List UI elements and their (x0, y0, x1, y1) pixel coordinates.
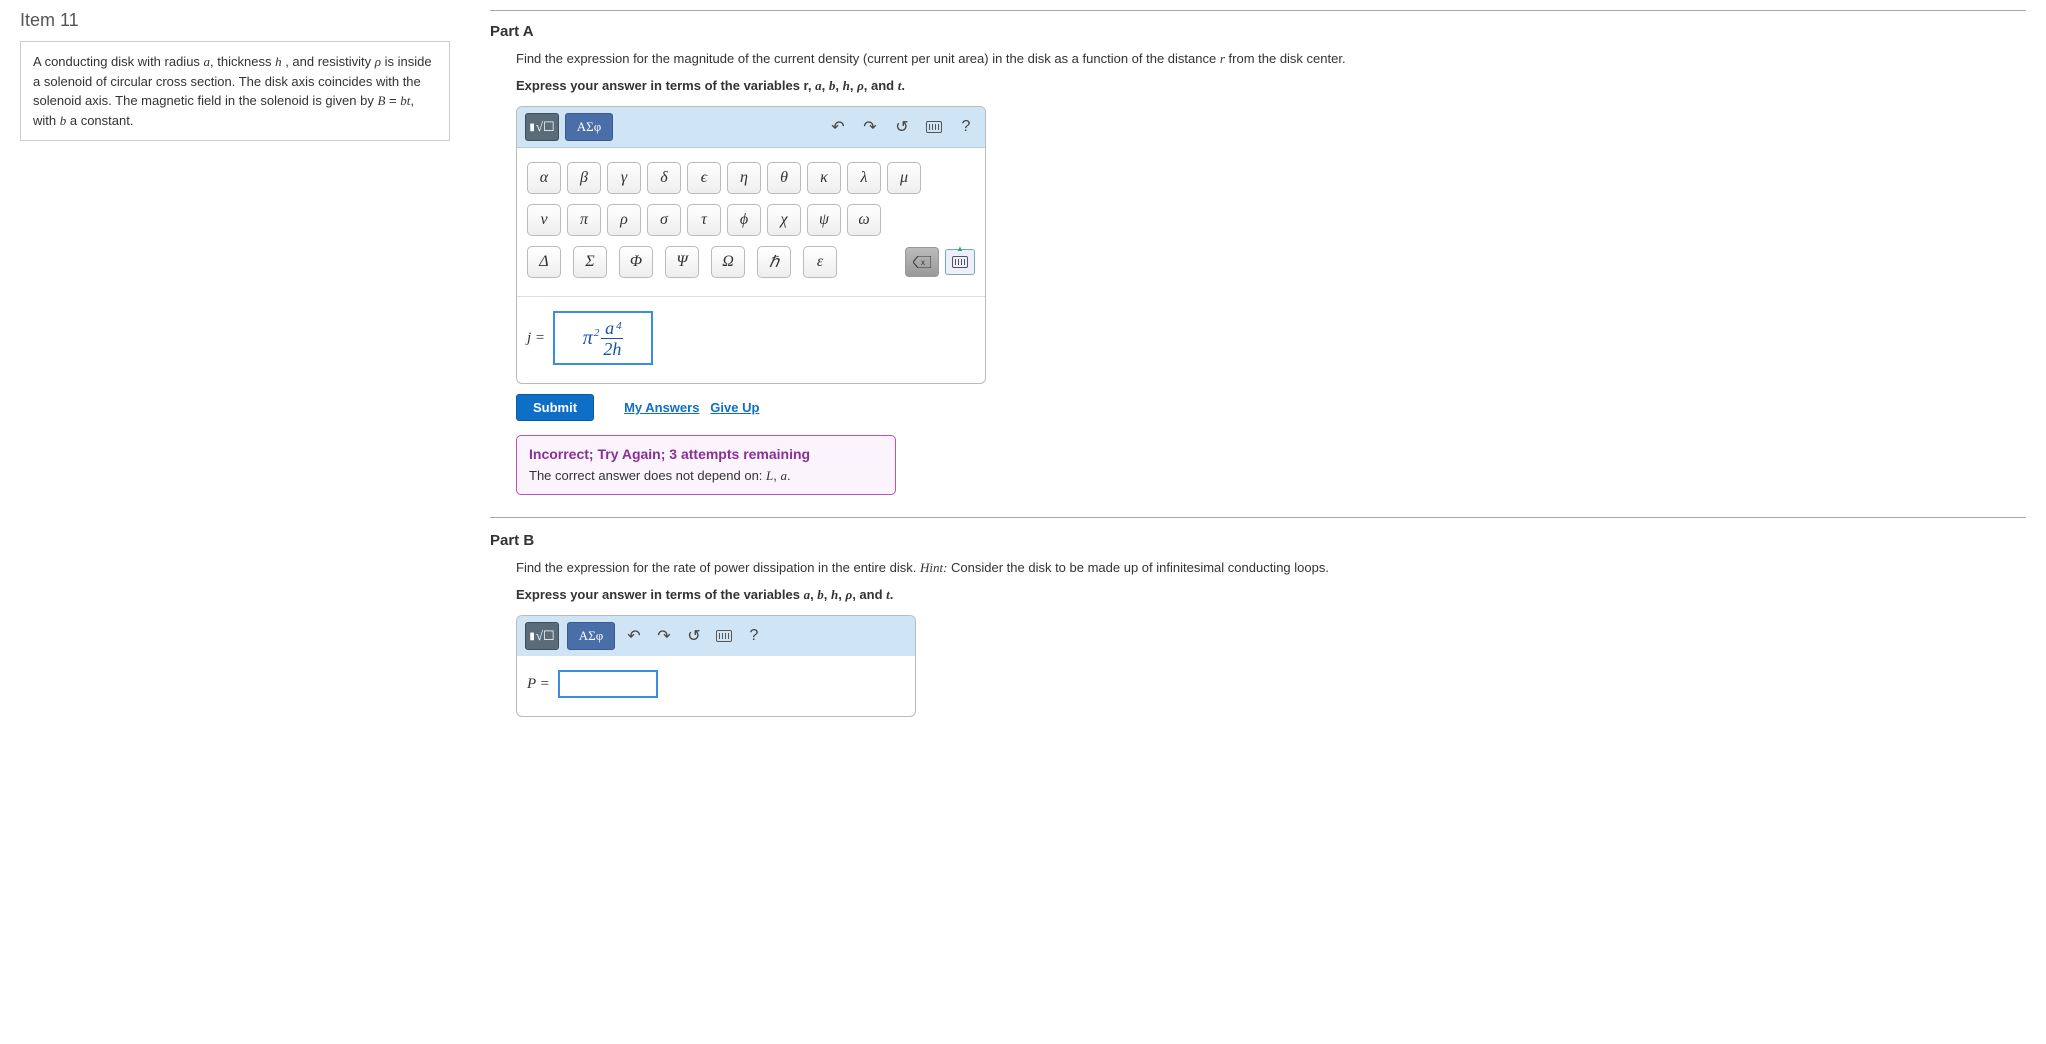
item-title: Item 11 (20, 10, 450, 31)
greek-char-button[interactable]: τ (687, 204, 721, 236)
answer-panel-b: ▮√☐ ΑΣφ ↶ ↷ ↺ ? P = (516, 615, 916, 717)
reset-icon[interactable]: ↺ (891, 116, 913, 138)
answer-input-b[interactable] (558, 670, 658, 698)
greek-char-button[interactable]: ρ (607, 204, 641, 236)
template-button[interactable]: ▮√☐ (525, 113, 559, 141)
help-icon[interactable]: ? (743, 625, 765, 647)
greek-char-button[interactable]: Ω (711, 246, 745, 278)
answer-input-a[interactable]: π2 a 4 2h (553, 311, 653, 365)
greek-char-button[interactable]: μ (887, 162, 921, 194)
divider (490, 517, 2026, 518)
svg-text:x: x (921, 258, 925, 267)
part-a-express: Express your answer in terms of the vari… (516, 78, 2026, 94)
greek-char-button[interactable]: χ (767, 204, 801, 236)
answer-label-b: P = (527, 676, 550, 693)
greek-char-button[interactable]: Ψ (665, 246, 699, 278)
action-row-a: Submit My Answers Give Up (516, 394, 2026, 421)
template-button[interactable]: ▮√☐ (525, 622, 559, 650)
feedback-message: The correct answer does not depend on: L… (529, 468, 883, 484)
equation-toolbar-b: ▮√☐ ΑΣφ ↶ ↷ ↺ ? (517, 616, 915, 656)
greek-char-button[interactable]: ν (527, 204, 561, 236)
keyboard-toggle-button[interactable]: ▲ (945, 249, 975, 275)
greek-tab-button[interactable]: ΑΣφ (567, 622, 615, 650)
give-up-link[interactable]: Give Up (710, 400, 759, 415)
answer-row-a: j = π2 a 4 2h (517, 297, 985, 383)
submit-button[interactable]: Submit (516, 394, 594, 421)
greek-char-button[interactable]: β (567, 162, 601, 194)
part-b-heading: Part B (490, 532, 2026, 549)
feedback-title: Incorrect; Try Again; 3 attempts remaini… (529, 446, 883, 462)
greek-char-button[interactable]: η (727, 162, 761, 194)
greek-char-button[interactable]: ϵ (687, 162, 721, 194)
greek-char-button[interactable]: θ (767, 162, 801, 194)
reset-icon[interactable]: ↺ (683, 625, 705, 647)
part-a-prompt: Find the expression for the magnitude of… (516, 50, 2026, 68)
redo-icon[interactable]: ↷ (859, 116, 881, 138)
greek-char-button[interactable]: δ (647, 162, 681, 194)
answer-row-b: P = (517, 656, 915, 716)
greek-char-button[interactable]: κ (807, 162, 841, 194)
help-icon[interactable]: ? (955, 116, 977, 138)
greek-char-button[interactable]: α (527, 162, 561, 194)
part-b-prompt: Find the expression for the rate of powe… (516, 559, 2026, 577)
keyboard-icon[interactable] (713, 625, 735, 647)
greek-char-button[interactable]: ψ (807, 204, 841, 236)
undo-icon[interactable]: ↶ (827, 116, 849, 138)
undo-icon[interactable]: ↶ (623, 625, 645, 647)
greek-char-button[interactable]: ℏ (757, 246, 791, 278)
greek-char-button[interactable]: π (567, 204, 601, 236)
part-a-heading: Part A (490, 23, 2026, 40)
greek-char-button[interactable]: γ (607, 162, 641, 194)
greek-char-button[interactable]: ω (847, 204, 881, 236)
greek-row-2: νπρστϕχψω (527, 204, 975, 236)
keyboard-icon[interactable] (923, 116, 945, 138)
greek-palette: αβγδϵηθκλμ νπρστϕχψω ΔΣΦΨΩℏε x ▲ (517, 148, 985, 297)
greek-row-1: αβγδϵηθκλμ (527, 162, 975, 194)
answer-label-a: j = (527, 330, 545, 347)
greek-char-button[interactable]: ϕ (727, 204, 761, 236)
greek-tab-button[interactable]: ΑΣφ (565, 113, 613, 141)
backspace-button[interactable]: x (905, 247, 939, 277)
problem-statement: A conducting disk with radius a, thickne… (20, 41, 450, 141)
greek-char-button[interactable]: Σ (573, 246, 607, 278)
divider (490, 10, 2026, 11)
greek-char-button[interactable]: λ (847, 162, 881, 194)
feedback-box: Incorrect; Try Again; 3 attempts remaini… (516, 435, 896, 495)
greek-char-button[interactable]: Δ (527, 246, 561, 278)
redo-icon[interactable]: ↷ (653, 625, 675, 647)
greek-row-3: ΔΣΦΨΩℏε x ▲ (527, 246, 975, 278)
greek-char-button[interactable]: ε (803, 246, 837, 278)
greek-char-button[interactable]: σ (647, 204, 681, 236)
part-b-express: Express your answer in terms of the vari… (516, 587, 2026, 603)
greek-char-button[interactable]: Φ (619, 246, 653, 278)
my-answers-link[interactable]: My Answers (624, 400, 699, 415)
equation-toolbar: ▮√☐ ΑΣφ ↶ ↷ ↺ ? (517, 107, 985, 148)
answer-panel-a: ▮√☐ ΑΣφ ↶ ↷ ↺ ? αβγδϵηθκλμ νπρστϕχψω (516, 106, 986, 384)
